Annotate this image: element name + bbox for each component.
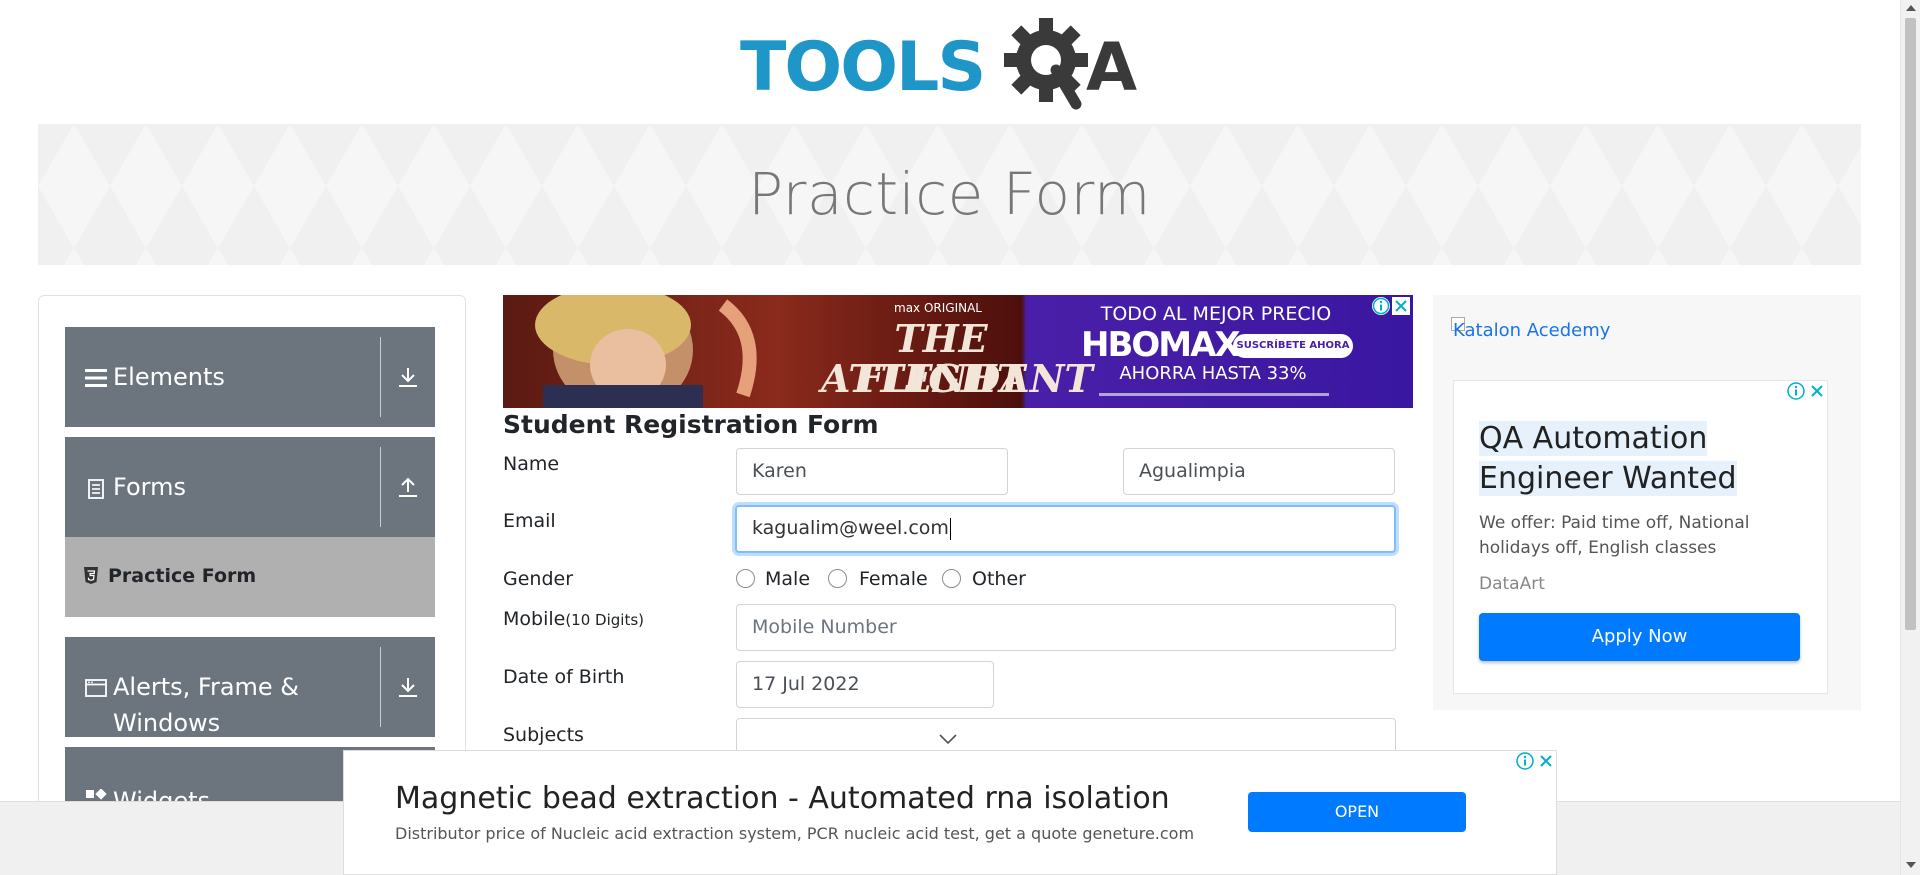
window-icon: [85, 679, 107, 697]
apply-now-button[interactable]: Apply Now: [1479, 613, 1800, 661]
ad-info-icon[interactable]: [1786, 381, 1806, 401]
job-ad-card[interactable]: QA Automation Engineer Wanted We offer: …: [1453, 380, 1828, 694]
ad-headline: QA Automation Engineer Wanted: [1479, 421, 1737, 496]
gender-label: Gender: [503, 568, 574, 590]
gender-other-label[interactable]: Other: [972, 568, 1026, 590]
document-icon: [88, 479, 104, 499]
dob-input[interactable]: 17 Jul 2022: [736, 661, 994, 708]
text-cursor: [949, 517, 951, 540]
logo-text-a: A: [1086, 29, 1137, 106]
mobile-label-text: Mobile: [503, 608, 566, 630]
divider: [380, 647, 381, 727]
html5-icon: [84, 567, 98, 584]
ad-info-icon[interactable]: [1372, 297, 1390, 315]
subjects-label: Subjects: [503, 724, 584, 746]
sidebar-group-label-line2: Windows: [113, 709, 221, 737]
ad-close-icon[interactable]: [1392, 297, 1410, 315]
gear-icon: [1004, 18, 1088, 110]
page-title: Practice Form: [748, 160, 1151, 228]
dob-label: Date of Birth: [503, 666, 625, 688]
name-label: Name: [503, 453, 560, 475]
ad-banner-hbomax[interactable]: max ORIGINAL THE FLIGHT ATTENDANT TODO A…: [503, 295, 1413, 408]
gender-male-radio[interactable]: [736, 569, 755, 588]
side-ad: Katalon Acedemy QA Automation Engineer W…: [1433, 295, 1861, 710]
sidebar-item-label: Practice Form: [108, 565, 257, 587]
download-arrow-icon[interactable]: [396, 675, 420, 699]
ad-body: We offer: Paid time off, National holida…: [1479, 513, 1750, 558]
ad-company: DataArt: [1479, 574, 1545, 594]
ad-info-icon[interactable]: [1515, 751, 1535, 771]
upload-arrow-icon[interactable]: [396, 475, 420, 499]
scroll-down-arrow-icon[interactable]: [1906, 862, 1916, 868]
email-input[interactable]: kagualim@weel.com: [735, 505, 1396, 553]
ad-right-offer: AHORRA HASTA 33%: [1119, 363, 1307, 384]
katalon-academy-link[interactable]: Katalon Acedemy: [1453, 320, 1610, 341]
gender-other-radio[interactable]: [942, 569, 961, 588]
email-label: Email: [503, 510, 556, 532]
ad-close-icon[interactable]: [1536, 751, 1556, 771]
bottom-ad[interactable]: Magnetic bead extraction - Automated rna…: [343, 750, 1557, 875]
toolsqa-logo[interactable]: TOOLS A: [740, 14, 1160, 116]
ad-hbomax-brand: HBOMAX: [1081, 325, 1241, 365]
mobile-input[interactable]: Mobile Number: [736, 604, 1396, 651]
divider: [380, 337, 381, 417]
chevron-down-icon: [939, 734, 957, 745]
gender-female-label[interactable]: Female: [859, 568, 928, 590]
email-value: kagualim@weel.com: [752, 517, 949, 539]
ad-title-line2: ATTENDANT: [821, 356, 1093, 401]
ad-close-icon[interactable]: [1807, 381, 1827, 401]
sidebar-group-label: Elements: [113, 363, 225, 391]
download-arrow-icon[interactable]: [396, 365, 420, 389]
bottom-ad-body: Distributor price of Nucleic acid extrac…: [395, 824, 1195, 843]
sidebar-group-label: Forms: [113, 473, 186, 501]
ad-fine-print: [1099, 393, 1329, 396]
sidebar-group-alerts[interactable]: Alerts, Frame & Windows: [65, 637, 435, 737]
form-title: Student Registration Form: [503, 410, 879, 439]
first-name-input[interactable]: Karen: [736, 448, 1008, 495]
gender-male-label[interactable]: Male: [765, 568, 810, 590]
page-banner: Practice Form: [38, 124, 1861, 265]
mobile-label: Mobile(10 Digits): [503, 608, 644, 630]
sidebar-group-label: Alerts, Frame &: [113, 673, 300, 701]
hamburger-icon: [85, 369, 107, 387]
scroll-up-arrow-icon[interactable]: [1906, 5, 1916, 11]
sidebar-group-forms[interactable]: Forms: [65, 437, 435, 537]
sidebar-group-elements[interactable]: Elements: [65, 327, 435, 427]
gender-female-radio[interactable]: [828, 569, 847, 588]
last-name-input[interactable]: Agualimpia: [1123, 448, 1395, 495]
ad-kicker: max ORIGINAL: [894, 301, 982, 315]
ad-subscribe-button[interactable]: SUSCRÍBETE AHORA: [1233, 334, 1353, 358]
sidebar-item-practice-form[interactable]: Practice Form: [65, 537, 435, 617]
bottom-ad-headline[interactable]: Magnetic bead extraction - Automated rna…: [395, 781, 1170, 816]
bottom-ad-open-button[interactable]: OPEN: [1248, 792, 1466, 832]
mobile-placeholder: Mobile Number: [752, 616, 897, 638]
divider: [380, 447, 381, 527]
logo-text-tools: TOOLS: [740, 28, 984, 107]
mobile-hint: (10 Digits): [565, 611, 644, 629]
ad-right-headline: TODO AL MEJOR PRECIO: [1100, 303, 1332, 325]
page-scrollbar[interactable]: [1900, 0, 1920, 875]
scrollbar-thumb[interactable]: [1905, 18, 1916, 630]
